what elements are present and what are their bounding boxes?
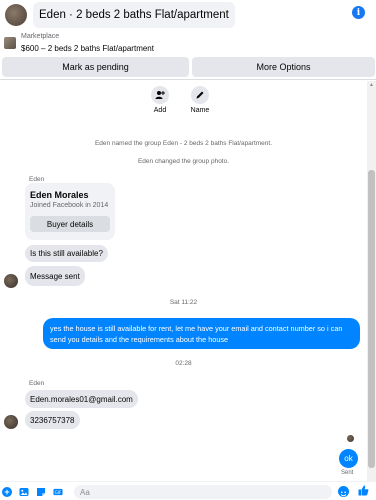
message-input[interactable]: Aa	[74, 485, 332, 499]
timestamp: 02:28	[175, 360, 192, 367]
scrollbar-thumb[interactable]	[368, 170, 375, 468]
read-receipt-avatar	[347, 435, 354, 442]
svg-text:GIF: GIF	[55, 490, 62, 495]
profile-joined: Joined Facebook in 2014	[30, 202, 109, 209]
buyer-profile-card: Eden Morales Joined Facebook in 2014 Buy…	[25, 183, 115, 240]
conversation-header: Eden · 2 beds 2 baths Flat/apartment i	[0, 0, 376, 30]
incoming-message[interactable]: Message sent	[25, 266, 85, 286]
message-status: Sent	[341, 470, 354, 476]
info-icon[interactable]: i	[352, 6, 365, 19]
add-label: Add	[153, 107, 167, 114]
plus-icon[interactable]: +	[2, 487, 12, 497]
system-message: Eden changed the group photo.	[137, 158, 230, 165]
sender-avatar[interactable]	[4, 415, 18, 429]
message-composer: + GIF Aa	[0, 481, 376, 500]
name-label: Name	[190, 107, 210, 114]
pencil-icon	[191, 86, 209, 104]
mark-as-pending-button[interactable]: Mark as pending	[2, 57, 189, 77]
conversation-title-text: Eden · 2 beds 2 baths Flat/apartment	[39, 9, 229, 21]
incoming-message[interactable]: Is this still available?	[25, 245, 108, 262]
sender-name: Eden	[29, 380, 45, 387]
profile-name: Eden Morales	[30, 190, 89, 200]
add-people-action[interactable]: Add	[140, 86, 180, 114]
system-message: Eden named the group Eden - 2 beds 2 bat…	[94, 140, 273, 147]
scroll-up-arrow-icon[interactable]: ▲	[368, 82, 375, 89]
emoji-icon[interactable]	[338, 486, 349, 497]
incoming-message[interactable]: Eden.morales01@gmail.com	[25, 390, 138, 408]
marketplace-listing[interactable]: Marketplace $600 – 2 beds 2 baths Flat/a…	[0, 32, 376, 56]
conversation-title[interactable]: Eden · 2 beds 2 baths Flat/apartment	[33, 2, 235, 28]
outgoing-message[interactable]: yes the house is still available for ren…	[43, 318, 360, 349]
outgoing-message[interactable]: ok	[339, 449, 358, 468]
more-options-button[interactable]: More Options	[192, 57, 375, 77]
name-group-action[interactable]: Name	[180, 86, 220, 114]
listing-title: $600 – 2 beds 2 baths Flat/apartment	[21, 44, 154, 53]
incoming-message[interactable]: 3236757378	[25, 411, 80, 429]
buyer-details-button[interactable]: Buyer details	[30, 216, 110, 232]
sender-avatar[interactable]	[4, 274, 18, 288]
sender-name: Eden	[29, 176, 45, 183]
listing-source: Marketplace	[21, 33, 60, 40]
gif-icon[interactable]: GIF	[53, 487, 63, 497]
group-avatar[interactable]	[5, 4, 27, 26]
header-divider	[0, 79, 376, 80]
thumbs-up-icon[interactable]	[358, 485, 369, 499]
add-person-icon	[151, 86, 169, 104]
image-icon[interactable]	[19, 487, 29, 497]
listing-thumbnail	[4, 37, 16, 49]
timestamp: Sat 11:22	[169, 299, 198, 306]
sticker-icon[interactable]	[36, 487, 46, 497]
